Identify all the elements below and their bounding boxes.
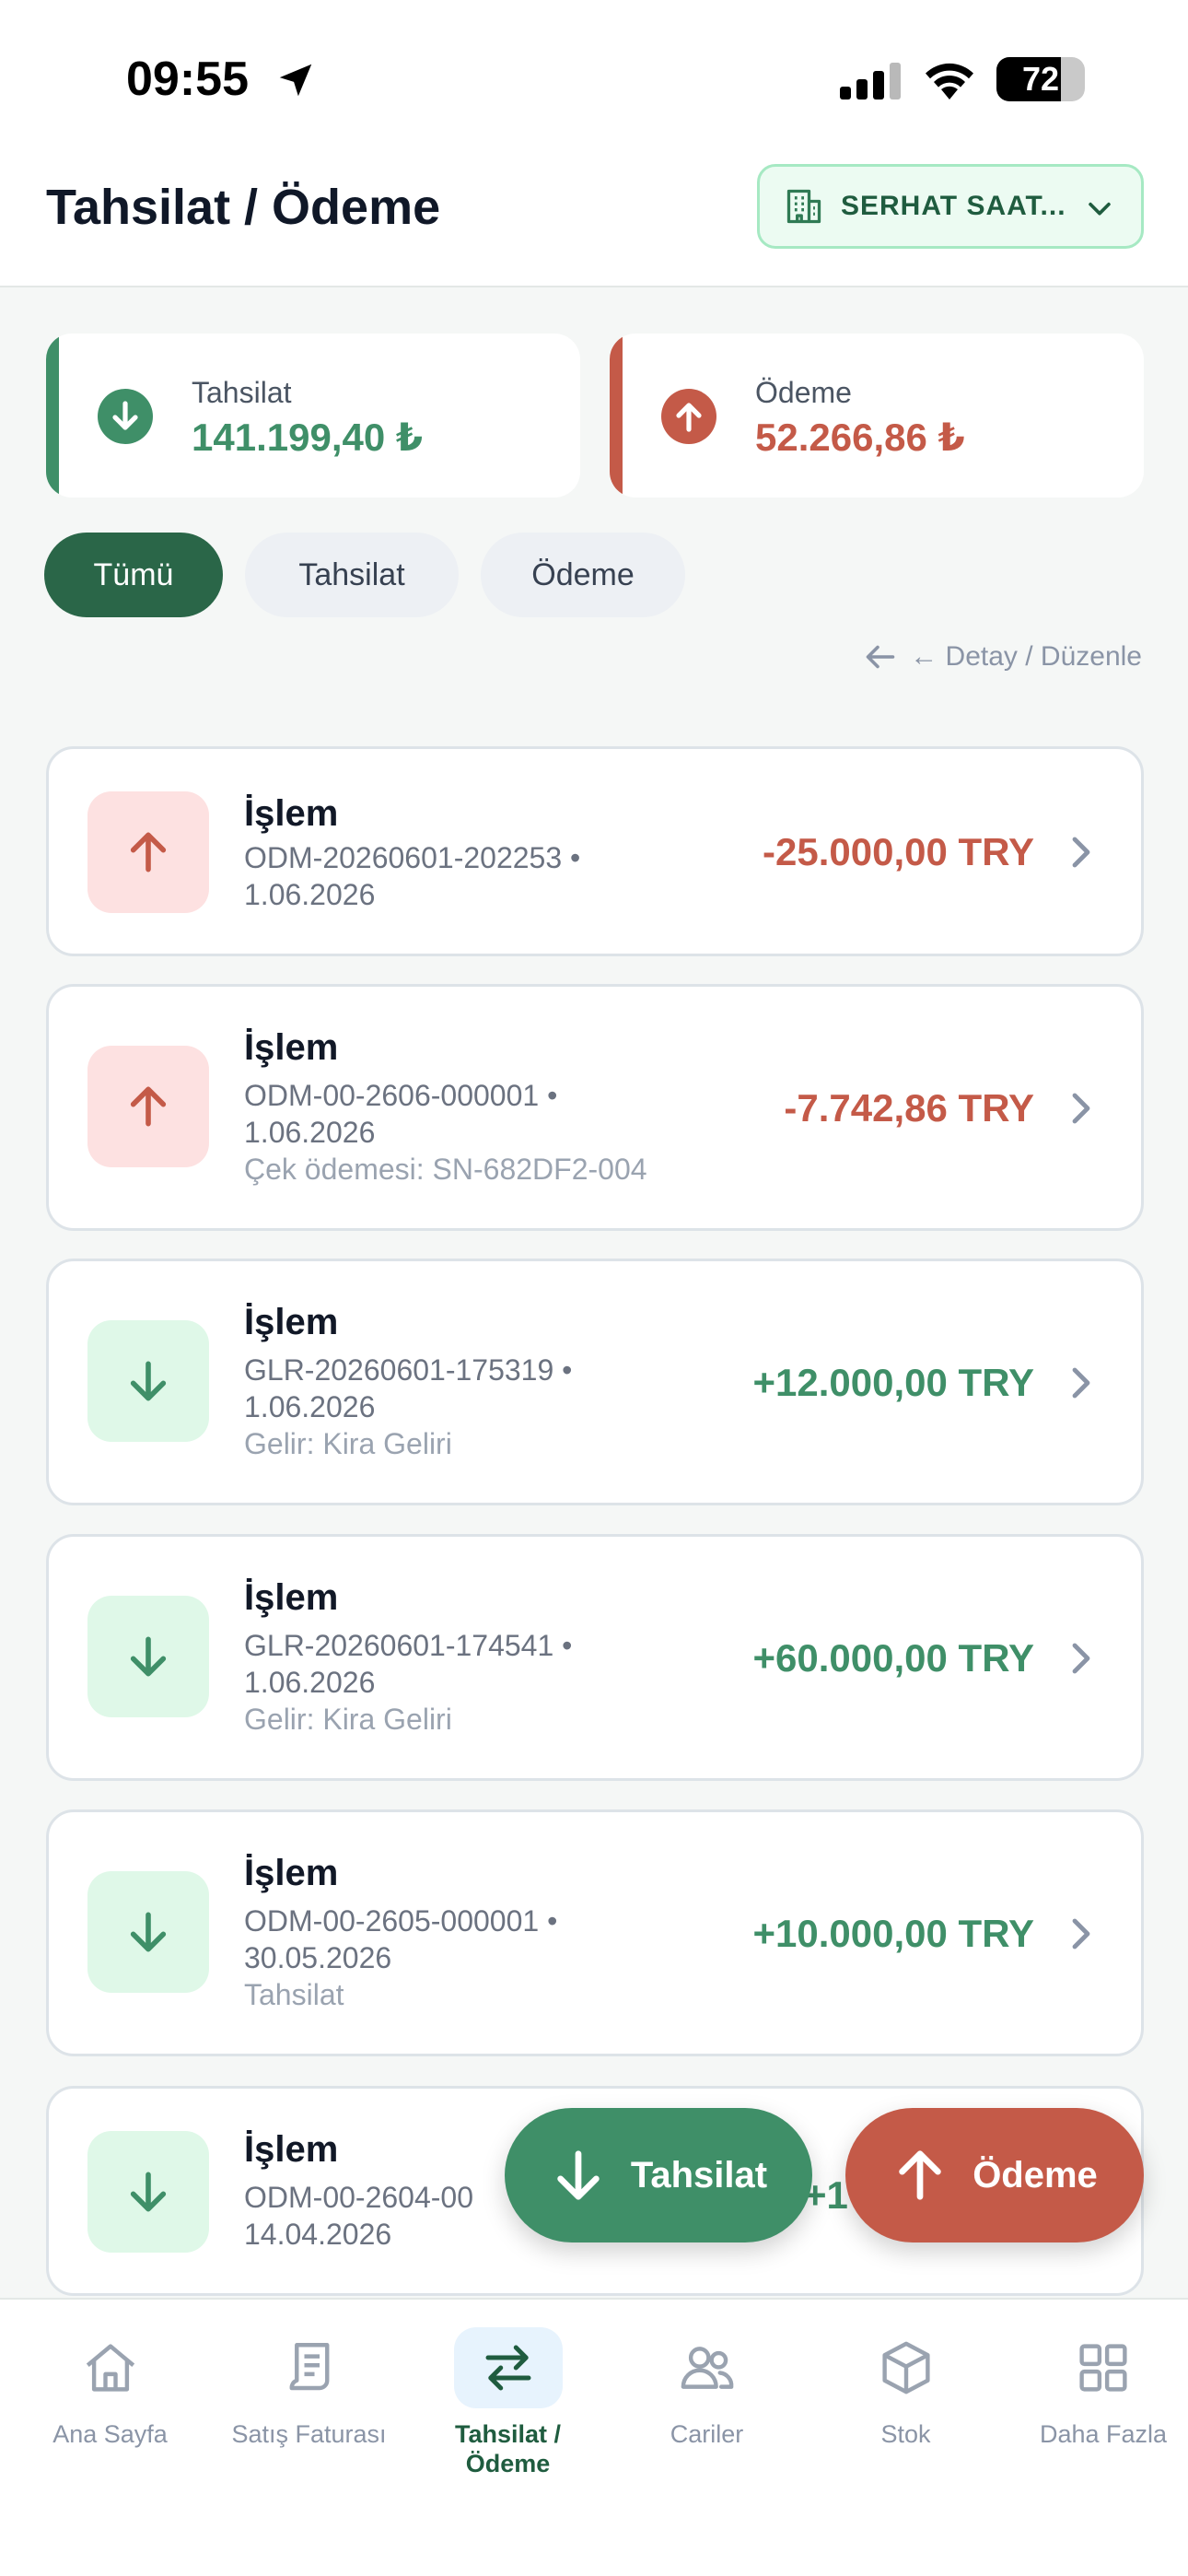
wifi-icon — [926, 63, 973, 100]
transaction-note: Gelir: Kira Geliri — [244, 1427, 452, 1460]
transaction-reference: GLR-20260601-174541 • — [244, 1629, 573, 1662]
payment-summary-label: Ödeme — [755, 376, 852, 409]
nav-accounts-label: Cariler — [670, 2420, 744, 2448]
nav-accounts[interactable]: Cariler — [608, 2327, 806, 2493]
nav-stock-label: Stok — [880, 2420, 931, 2448]
transaction-row[interactable]: İşlem ODM-20260601-202253 • 1.06.2026 -2… — [46, 746, 1144, 956]
collection-summary-card[interactable]: Tahsilat 141.199,40 ₺ — [46, 334, 580, 498]
transaction-title: İşlem — [244, 1027, 339, 1068]
transaction-title: İşlem — [244, 1853, 339, 1893]
nav-collection-payment-label: Tahsilat / Ödeme — [454, 2420, 562, 2477]
transaction-row[interactable]: İşlem ODM-00-2606-000001 • 1.06.2026 Çek… — [46, 984, 1144, 1231]
transfer-icon — [485, 2345, 530, 2391]
arrow-left-icon — [866, 645, 895, 669]
transaction-reference: GLR-20260601-175319 • — [244, 1353, 573, 1387]
arrow-up-icon — [87, 791, 209, 913]
chevron-right-icon — [1072, 1643, 1090, 1674]
chevron-down-icon — [1089, 202, 1111, 216]
arrow-down-icon — [87, 1596, 209, 1717]
arrow-down-icon — [557, 2150, 600, 2200]
transaction-amount: -25.000,00 TRY — [763, 830, 1034, 873]
location-arrow-icon — [279, 64, 312, 97]
transaction-reference: ODM-00-2605-000001 • — [244, 1904, 558, 1938]
payment-summary-value: 52.266,86 ₺ — [755, 416, 965, 459]
detail-edit-hint-text: ← Detay / Düzenle — [910, 641, 1142, 672]
nav-more[interactable]: Daha Fazla — [1006, 2327, 1188, 2493]
transaction-title: İşlem — [244, 2129, 339, 2170]
add-payment-label: Ödeme — [973, 2154, 1098, 2195]
transaction-reference: ODM-20260601-202253 • — [244, 841, 581, 874]
add-collection-label: Tahsilat — [630, 2154, 768, 2195]
nav-stock[interactable]: Stok — [807, 2327, 1005, 2493]
nav-sales-invoice-label: Satış Faturası — [231, 2420, 387, 2448]
nav-collection-payment[interactable]: Tahsilat / Ödeme — [409, 2327, 607, 2493]
transaction-date: 1.06.2026 — [244, 1666, 376, 1699]
transaction-title: İşlem — [244, 1577, 339, 1618]
transaction-date: 14.04.2026 — [244, 2218, 392, 2251]
transaction-date: 1.06.2026 — [244, 1390, 376, 1423]
transaction-row[interactable]: İşlem ODM-00-2605-000001 • 30.05.2026 Ta… — [46, 1809, 1144, 2056]
bottom-navigation: Ana Sayfa Satış Faturası Tahsilat / Ödem… — [0, 2298, 1188, 2576]
battery-indicator: 72 — [996, 57, 1085, 101]
transaction-row[interactable]: İşlem GLR-20260601-174541 • 1.06.2026 Ge… — [46, 1534, 1144, 1781]
filter-payment[interactable]: Ödeme — [481, 533, 685, 617]
transaction-title: İşlem — [244, 793, 339, 834]
status-time: 09:55 — [126, 53, 249, 106]
arrow-up-circle-icon — [661, 389, 716, 444]
collection-summary-label: Tahsilat — [192, 376, 292, 409]
payment-summary-card[interactable]: Ödeme 52.266,86 ₺ — [610, 334, 1144, 498]
battery-cap — [1076, 70, 1083, 88]
page-title: Tahsilat / Ödeme — [46, 180, 441, 235]
transaction-amount: +10.000,00 TRY — [752, 1912, 1034, 1955]
chevron-right-icon — [1072, 837, 1090, 868]
chevron-right-icon — [1072, 1093, 1090, 1124]
company-name: SERHAT SAAT... — [841, 191, 1066, 221]
transaction-reference: ODM-00-2604-00 — [244, 2181, 473, 2214]
chevron-right-icon — [1072, 1367, 1090, 1399]
home-icon — [86, 2344, 134, 2392]
filter-collection[interactable]: Tahsilat — [245, 533, 459, 617]
add-collection-button[interactable]: Tahsilat — [505, 2108, 812, 2242]
collection-summary-value: 141.199,40 ₺ — [192, 416, 424, 459]
building-icon — [786, 189, 821, 224]
transaction-note: Tahsilat — [244, 1978, 344, 2011]
transaction-amount: +60.000,00 TRY — [752, 1636, 1034, 1680]
cellular-signal-icon — [840, 63, 901, 100]
company-selector[interactable]: SERHAT SAAT... — [757, 164, 1144, 249]
grid-icon — [1079, 2344, 1127, 2392]
add-payment-button[interactable]: Ödeme — [845, 2108, 1144, 2242]
box-icon — [881, 2341, 930, 2395]
transaction-title: İşlem — [244, 1302, 339, 1342]
nav-home-label: Ana Sayfa — [52, 2420, 168, 2448]
arrow-down-icon — [87, 1871, 209, 1993]
invoice-icon — [289, 2343, 329, 2391]
transaction-note: Çek ödemesi: SN-682DF2-004 — [244, 1153, 647, 1186]
transaction-row[interactable]: İşlem GLR-20260601-175319 • 1.06.2026 Ge… — [46, 1259, 1144, 1505]
arrow-down-icon — [87, 1320, 209, 1442]
transaction-amount: -7.742,86 TRY — [784, 1086, 1034, 1130]
arrow-down-circle-icon — [98, 389, 153, 444]
nav-home[interactable]: Ana Sayfa — [11, 2327, 209, 2493]
arrow-up-icon — [87, 1046, 209, 1167]
app-header: Tahsilat / Ödeme SERHAT SAAT... — [0, 157, 1188, 287]
detail-edit-hint: ← Detay / Düzenle — [864, 641, 1142, 673]
transaction-reference: ODM-00-2606-000001 • — [244, 1079, 558, 1112]
arrow-up-icon — [899, 2150, 941, 2200]
transaction-amount: +12.000,00 TRY — [752, 1361, 1034, 1404]
status-bar: 09:55 72 — [0, 0, 1188, 157]
nav-more-label: Daha Fazla — [1039, 2420, 1168, 2448]
arrow-down-icon — [87, 2131, 209, 2253]
filter-all[interactable]: Tümü — [44, 533, 223, 617]
users-icon — [681, 2347, 733, 2389]
chevron-right-icon — [1072, 1918, 1090, 1950]
nav-sales-invoice[interactable]: Satış Faturası — [210, 2327, 408, 2493]
transaction-date: 30.05.2026 — [244, 1941, 392, 1974]
transaction-note: Gelir: Kira Geliri — [244, 1703, 452, 1736]
transaction-date: 1.06.2026 — [244, 878, 376, 911]
transaction-date: 1.06.2026 — [244, 1116, 376, 1149]
